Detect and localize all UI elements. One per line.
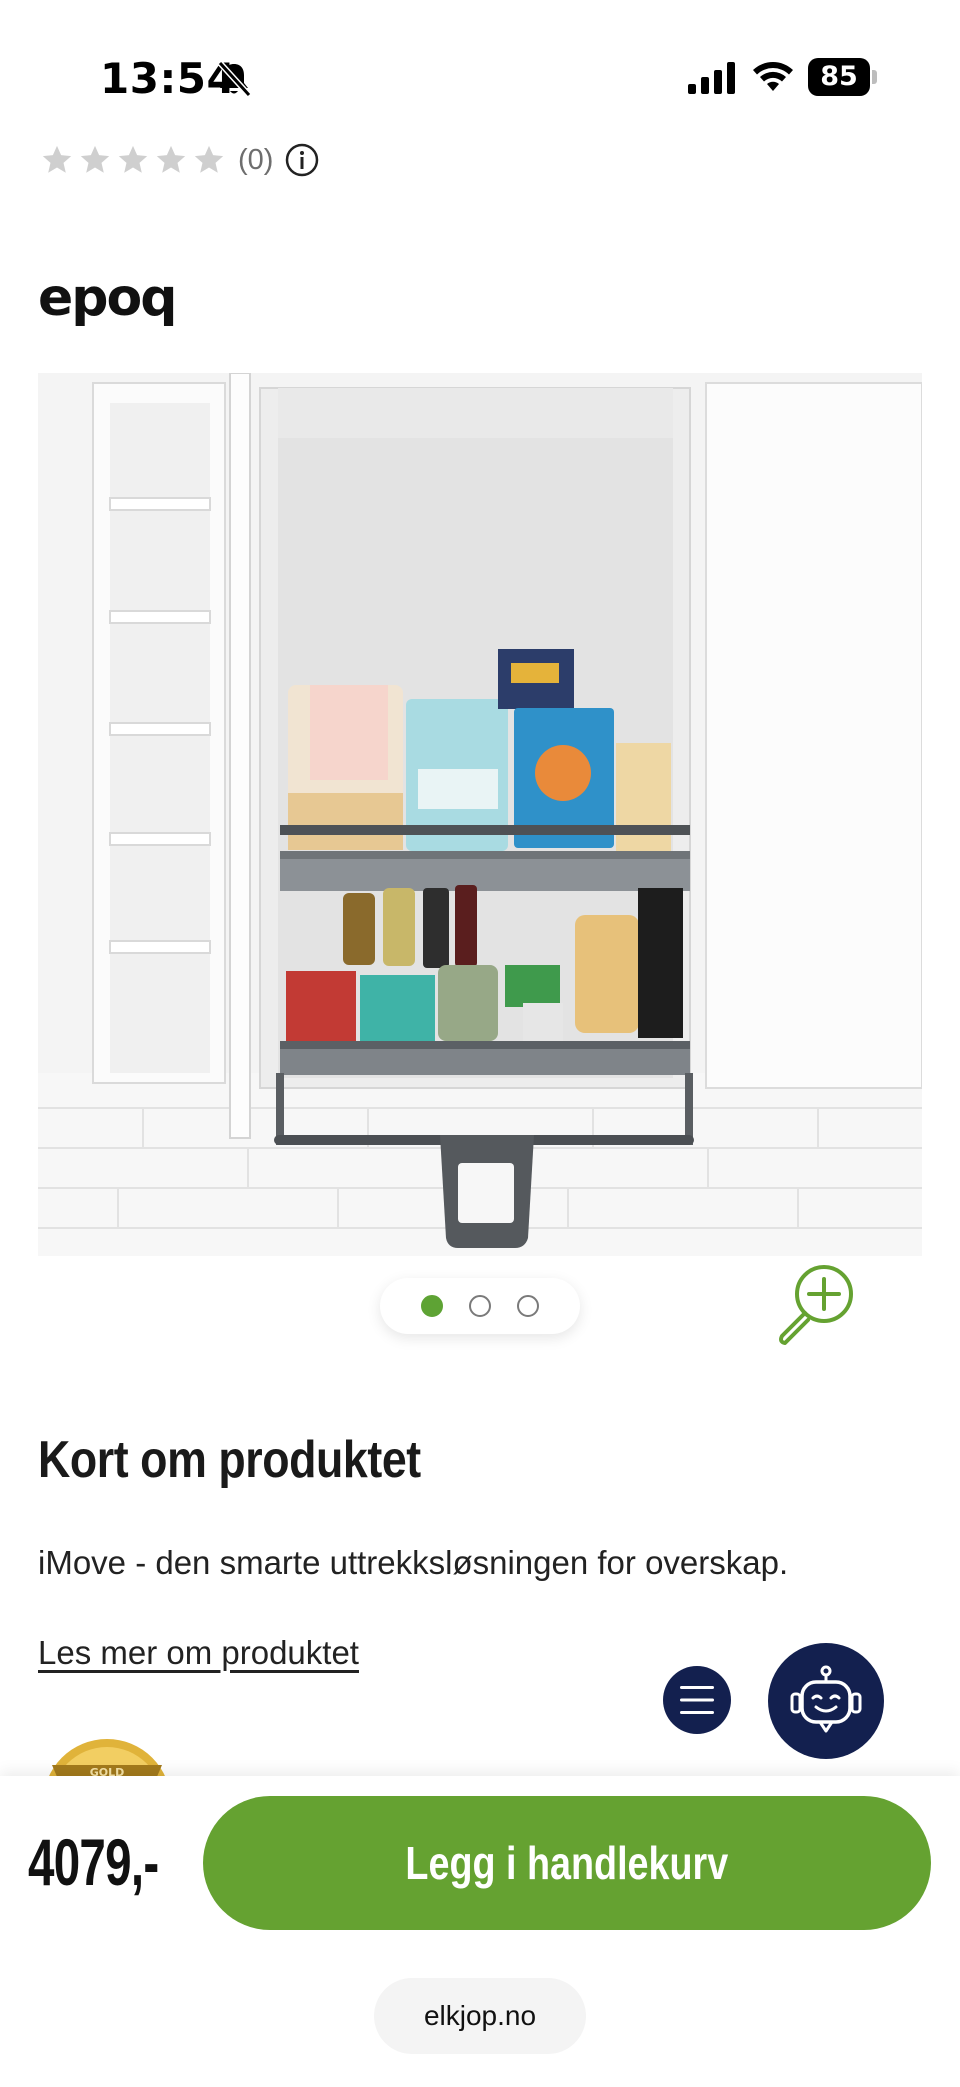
rating-count: (0) [238, 143, 274, 176]
star-icon [42, 145, 72, 173]
read-more-link[interactable]: Les mer om produktet [38, 1634, 359, 1672]
carousel-dot-3[interactable] [517, 1295, 539, 1317]
zoom-in-icon[interactable] [774, 1262, 860, 1348]
bell-slash-icon [217, 60, 252, 98]
star-icon [80, 145, 110, 173]
battery-icon: 85 [808, 58, 877, 96]
add-to-cart-button[interactable]: Legg i handlekurv [203, 1796, 931, 1930]
hamburger-icon [680, 1686, 714, 1714]
wifi-icon [753, 62, 793, 91]
star-icon [118, 145, 148, 173]
chatbot-button[interactable] [768, 1643, 884, 1759]
carousel-dot-1[interactable] [421, 1295, 443, 1317]
rating-stars [40, 143, 226, 177]
star-icon [194, 145, 224, 173]
brand-logo[interactable]: epoq [38, 268, 177, 328]
product-short-description: iMove - den smarte uttrekksløsningen for… [38, 1544, 789, 1581]
star-icon [156, 145, 186, 173]
info-icon[interactable] [285, 143, 319, 177]
product-rating[interactable]: (0) [40, 140, 319, 180]
battery-level: 85 [808, 58, 870, 96]
add-to-cart-label: Legg i handlekurv [405, 1837, 729, 1889]
menu-button[interactable] [663, 1666, 731, 1734]
product-image[interactable] [38, 373, 922, 1256]
browser-url-bar[interactable]: elkjop.no [374, 1978, 586, 2054]
product-price: 4079,- [28, 1825, 159, 1899]
robot-icon [790, 1665, 862, 1733]
bottom-purchase-bar: 4079,- Legg i handlekurv elkjop.no [0, 1776, 960, 2087]
section-title: Kort om produktet [38, 1431, 421, 1489]
status-bar: 13:54 85 [0, 0, 960, 150]
carousel-dot-2[interactable] [469, 1295, 491, 1317]
cellular-signal-icon [688, 62, 735, 94]
carousel-indicator [380, 1278, 580, 1334]
